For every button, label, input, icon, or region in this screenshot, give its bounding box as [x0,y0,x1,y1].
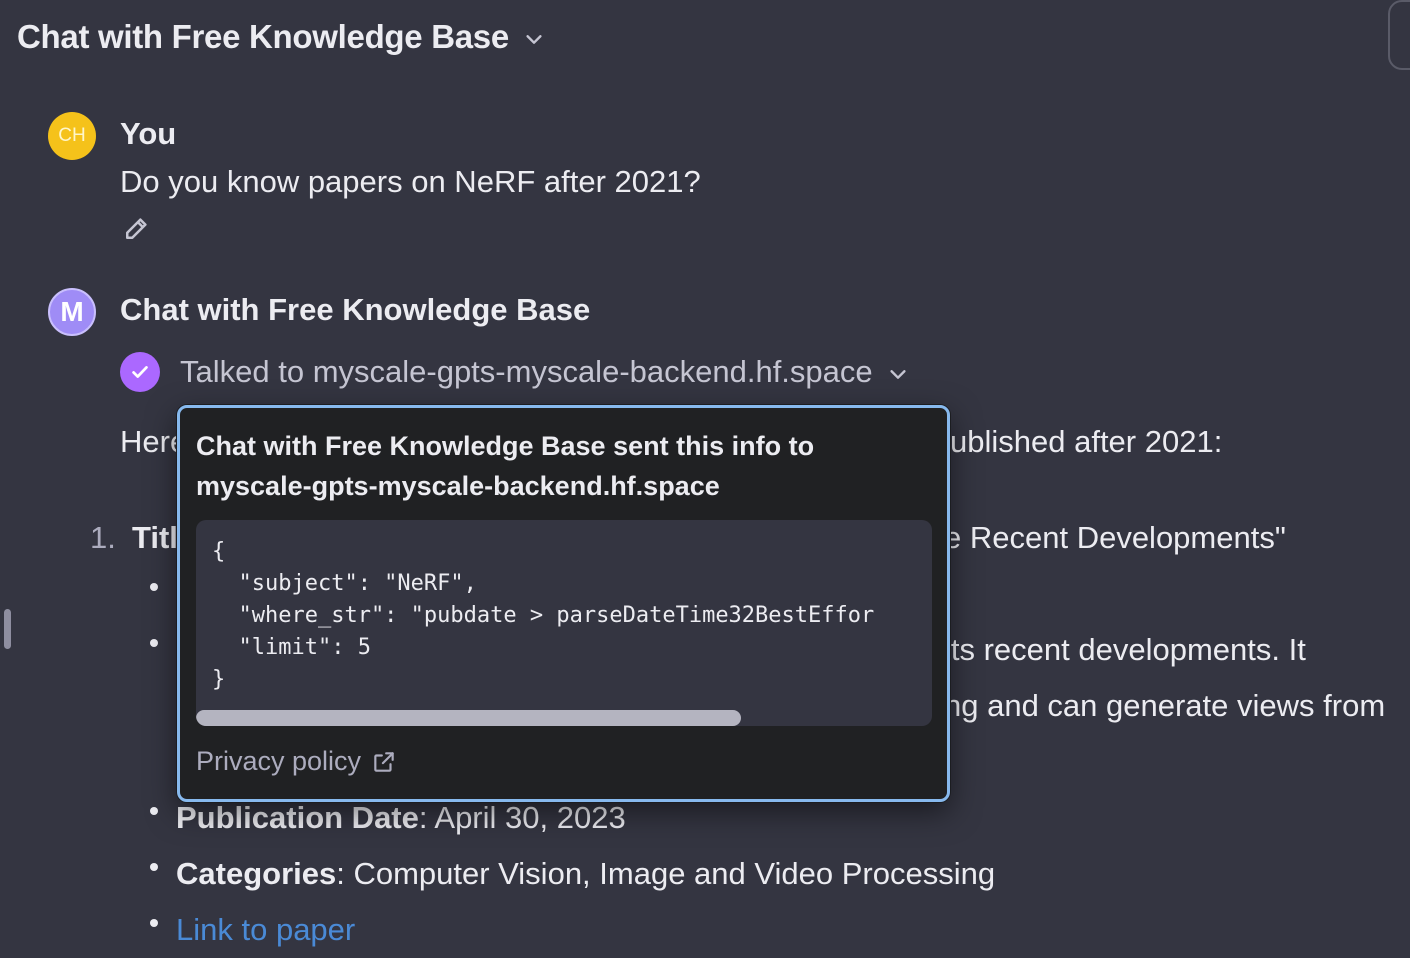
categories-label: Categories [176,856,337,891]
conversation-title-dropdown[interactable]: Chat with Free Knowledge Base [17,18,545,56]
bullet [150,583,158,591]
avatar-initials: CH [58,125,86,146]
tool-call-status: Talked to myscale-gpts-myscale-backend.h… [180,354,873,389]
message-author-assistant: Chat with Free Knowledge Base [120,292,591,327]
message-author-user: You [120,116,177,151]
bullet [150,807,158,815]
privacy-policy-label: Privacy policy [196,746,362,776]
pencil-icon[interactable] [121,214,151,244]
external-link-icon [374,751,394,772]
bullet [150,919,158,927]
description-fragment: ng and can generate views from [944,688,1386,723]
bullet [150,863,158,871]
description-fragment: its recent developments. It [944,632,1306,667]
share-button-edge[interactable] [1388,0,1410,70]
sidebar-resize-handle[interactable] [4,609,11,649]
list-item-title-prefix: Titl [132,520,178,555]
tool-call-popover: Chat with Free Knowledge Base sent this … [177,405,950,802]
list-item-title-suffix: e Recent Developments" [944,520,1286,555]
publication-label: Publication Date [176,800,419,835]
chevron-down-icon [526,35,542,44]
chevron-down-icon [890,369,906,379]
publication-date: Publication Date: April 30, 2023 [176,800,626,836]
tool-call-toggle[interactable]: Talked to myscale-gpts-myscale-backend.h… [180,354,909,390]
check-circle-icon [120,352,160,392]
code-content: { "subject": "NeRF", "where_str": "pubda… [212,539,875,692]
assistant-avatar: M [48,288,96,336]
paper-link[interactable]: Link to paper [176,912,355,948]
avatar-initial: M [60,296,84,327]
response-intro-suffix: ublished after 2021: [950,424,1223,459]
bullet [150,639,158,647]
user-avatar: CH [48,112,96,160]
privacy-policy-link[interactable]: Privacy policy [196,746,397,777]
publication-value: : April 30, 2023 [418,800,626,835]
list-item-number: 1. [90,520,116,555]
request-payload-code[interactable]: { "subject": "NeRF", "where_str": "pubda… [196,520,932,726]
horizontal-scrollbar[interactable] [196,710,741,726]
page-title: Chat with Free Knowledge Base [17,18,509,55]
user-message-text: Do you know papers on NeRF after 2021? [120,164,701,199]
categories: Categories: Computer Vision, Image and V… [176,856,995,892]
categories-value: : Computer Vision, Image and Video Proce… [336,856,996,891]
popover-title: Chat with Free Knowledge Base sent this … [196,431,815,501]
